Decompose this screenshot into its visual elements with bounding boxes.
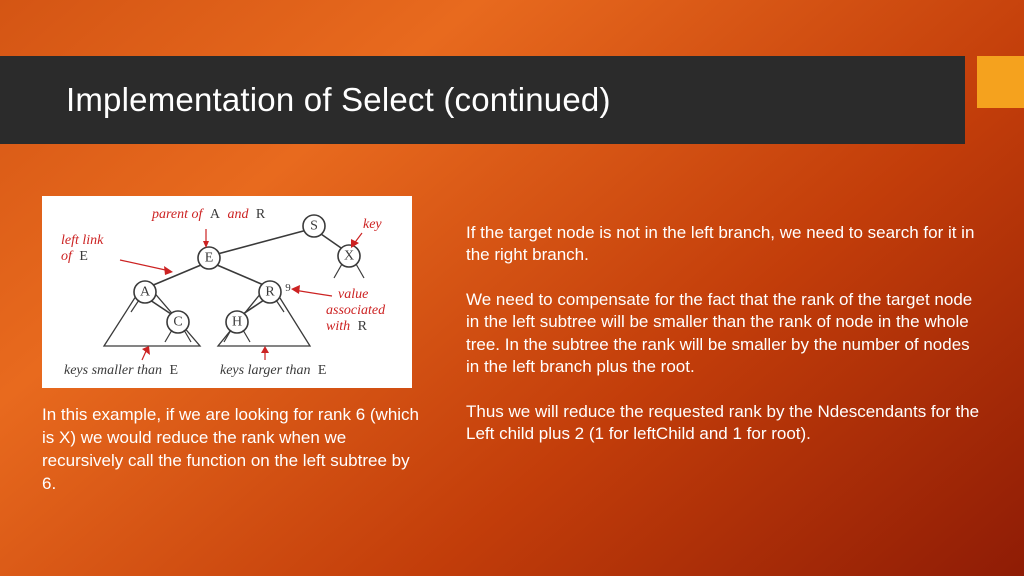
label-parent: parent of A and R xyxy=(151,205,266,222)
body-p1: If the target node is not in the left br… xyxy=(466,222,982,267)
arrow-smaller xyxy=(142,346,150,360)
svg-text:A: A xyxy=(140,285,151,300)
label-leftlink: left link of E xyxy=(61,231,108,264)
body-text: If the target node is not in the left br… xyxy=(466,222,982,446)
tree-diagram: S E X A R C H 9 xyxy=(42,196,412,388)
label-key: key xyxy=(363,217,382,232)
arrow-larger xyxy=(261,346,269,360)
svg-text:C: C xyxy=(173,315,182,330)
slide: Implementation of Select (continued) S E… xyxy=(0,0,1024,576)
arrow-parent xyxy=(203,229,209,248)
label-value: value associated with R xyxy=(326,285,390,334)
svg-text:X: X xyxy=(344,249,354,264)
svg-text:9: 9 xyxy=(285,282,291,294)
diagram-caption: In this example, if we are looking for r… xyxy=(42,404,422,496)
accent-block xyxy=(977,56,1024,108)
svg-text:E: E xyxy=(205,251,214,266)
svg-text:H: H xyxy=(232,315,242,330)
body-p2: We need to compensate for the fact that … xyxy=(466,289,982,379)
arrow-key xyxy=(351,233,362,248)
slide-title: Implementation of Select (continued) xyxy=(66,81,611,119)
title-band: Implementation of Select (continued) xyxy=(0,56,965,144)
arrow-value xyxy=(291,285,332,296)
body-p3: Thus we will reduce the requested rank b… xyxy=(466,401,982,446)
arrow-leftlink xyxy=(120,260,173,275)
label-larger: keys larger than E xyxy=(220,361,326,378)
svg-text:R: R xyxy=(265,285,275,300)
label-smaller: keys smaller than E xyxy=(64,361,178,378)
svg-text:S: S xyxy=(310,219,318,234)
